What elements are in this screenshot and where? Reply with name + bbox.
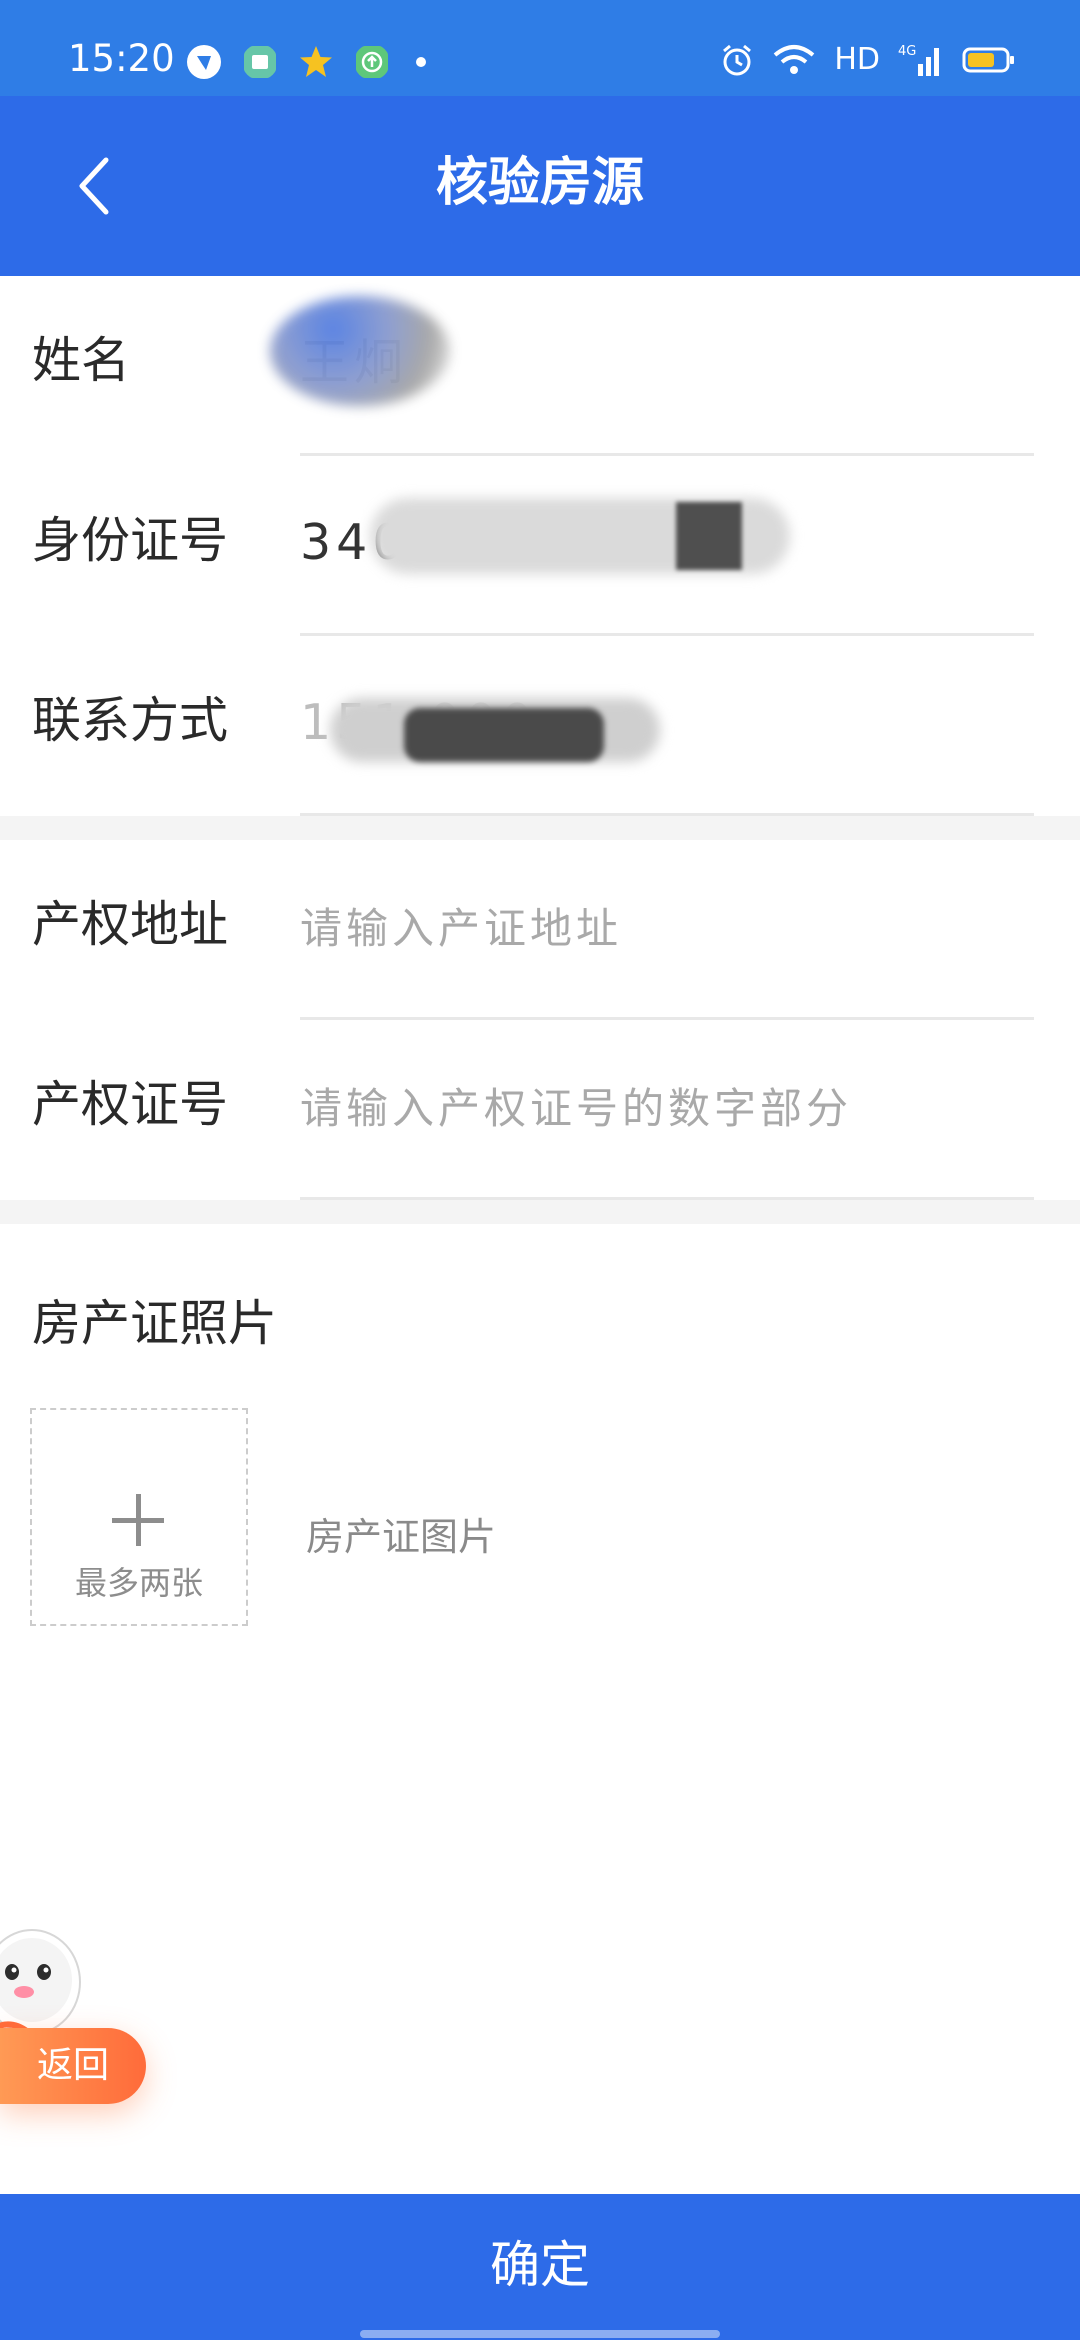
upload-hint: 最多两张 [74, 1564, 203, 1602]
plus-icon [112, 1494, 164, 1546]
confirm-button[interactable]: 确定 [0, 2194, 1080, 2340]
status-bar: 15:20 HD 4G [0, 0, 1080, 96]
float-return-button[interactable]: 返回 [0, 2028, 146, 2104]
system-icons: HD 4G [720, 42, 1016, 78]
message-notification-icon [244, 46, 276, 78]
photo-caption: 房产证图片 [306, 1515, 497, 1559]
hd-network-label: HD [834, 42, 880, 77]
status-time: 15:20 [68, 37, 175, 80]
section-gap-2 [0, 1200, 1080, 1224]
section-gap [0, 816, 1080, 840]
id-row: 身份证号 34010 241516 [0, 456, 1080, 636]
photo-section-title: 房产证照片 [32, 1295, 278, 1352]
notification-icons [186, 44, 426, 80]
page-title: 核验房源 [435, 153, 644, 213]
address-row: 产权地址 [0, 840, 1080, 1020]
address-input[interactable] [300, 904, 1020, 953]
battery-icon [962, 47, 1014, 73]
contact-row: 联系方式 151 000 [0, 636, 1080, 816]
id-redaction-dark [676, 502, 742, 570]
upload-notification-icon [356, 46, 388, 78]
signal-4g-label: 4G [898, 44, 916, 59]
id-label: 身份证号 [32, 512, 229, 569]
name-label: 姓名 [32, 332, 131, 389]
signal-icon: 4G [898, 44, 939, 76]
contact-redaction-dark [404, 708, 604, 762]
contact-label: 联系方式 [32, 692, 229, 749]
cert-no-row: 产权证号 [0, 1020, 1080, 1200]
personal-info-section: 姓名 王炯 身份证号 34010 241516 联系方式 151 000 [0, 276, 1080, 816]
address-label: 产权地址 [32, 896, 229, 953]
wifi-icon [774, 45, 815, 74]
app-notification-icon [187, 45, 221, 79]
home-indicator [360, 2330, 720, 2338]
cert-no-label: 产权证号 [32, 1076, 229, 1133]
name-row: 姓名 王炯 [0, 276, 1080, 456]
upload-photo-button[interactable]: 最多两张 [30, 1408, 248, 1626]
property-info-section: 产权地址 产权证号 [0, 840, 1080, 1200]
top-app-bar: 核验房源 [0, 96, 1080, 276]
name-redaction [270, 296, 450, 406]
star-notification-icon [300, 46, 332, 77]
more-notifications-dot [416, 57, 426, 67]
alarm-icon [723, 44, 752, 76]
cert-no-input[interactable] [300, 1084, 1020, 1133]
